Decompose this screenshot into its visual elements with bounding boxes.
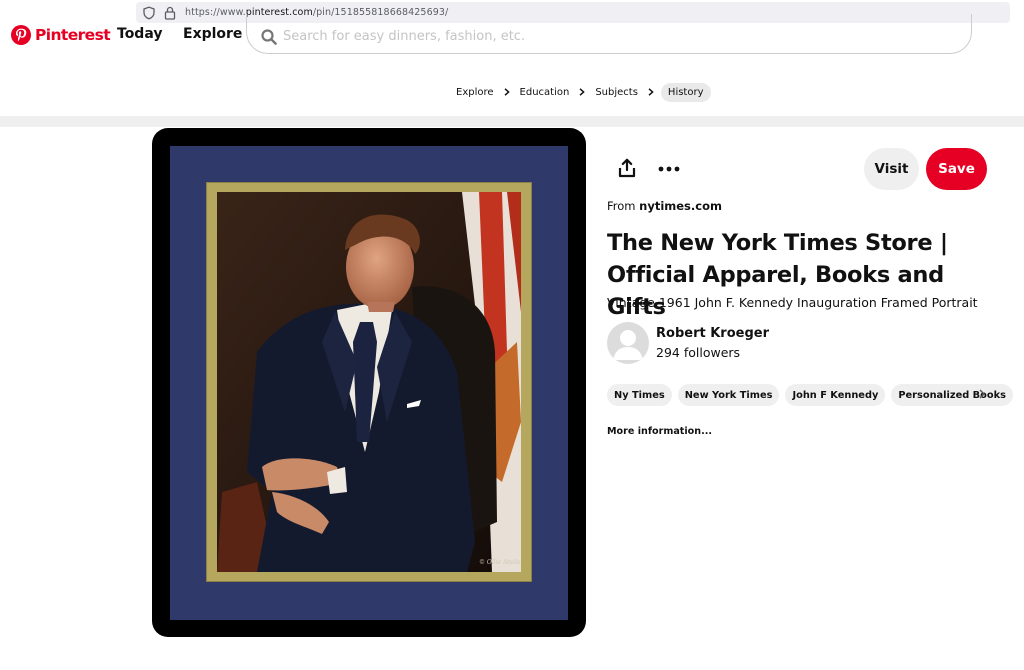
more-information-link[interactable]: More information... (607, 426, 712, 437)
avatar[interactable] (607, 322, 649, 364)
chevron-right-icon (504, 88, 510, 96)
tag-chip[interactable]: John F Kennedy (785, 384, 886, 406)
search-icon (261, 28, 277, 45)
breadcrumb-explore[interactable]: Explore (456, 87, 494, 98)
tag-chip[interactable]: Personalized Books (891, 384, 1013, 406)
tag-chip[interactable]: Ny Times (607, 384, 672, 406)
chevron-right-icon (648, 88, 654, 96)
portrait-photo: © Ollie Atelier (217, 192, 521, 572)
shield-icon[interactable] (142, 6, 156, 20)
pinterest-logo[interactable]: Pinterest (11, 24, 111, 46)
frame-gold-trim: © Ollie Atelier (206, 182, 532, 582)
save-button[interactable]: Save (926, 148, 987, 190)
tag-list: Ny Times New York Times John F Kennedy P… (607, 384, 1013, 406)
more-options-icon[interactable] (657, 160, 681, 178)
source-line: From nytimes.com (607, 199, 722, 213)
url-prefix: https://www. (185, 7, 246, 18)
logo-wordmark: Pinterest (35, 26, 111, 44)
pin-image[interactable]: © Ollie Atelier (152, 128, 586, 637)
breadcrumb-history[interactable]: History (660, 82, 711, 102)
nav-explore[interactable]: Explore (183, 26, 242, 42)
search-input[interactable] (283, 28, 923, 44)
portrait-photo-icon: © Ollie Atelier (217, 192, 521, 572)
frame-mat: © Ollie Atelier (170, 146, 568, 620)
chevron-right-icon[interactable] (978, 389, 986, 399)
follower-count: 294 followers (656, 345, 741, 360)
nav-today[interactable]: Today (117, 26, 162, 42)
section-divider (0, 116, 1024, 127)
search-bar[interactable] (246, 14, 972, 54)
chevron-right-icon (579, 88, 586, 96)
pinterest-logo-icon (11, 25, 31, 45)
svg-text:© Ollie Atelier: © Ollie Atelier (479, 559, 521, 566)
visit-button[interactable]: Visit (864, 148, 919, 190)
breadcrumb-subjects[interactable]: Subjects (595, 87, 638, 98)
source-prefix: From (607, 199, 640, 213)
user-icon (613, 330, 643, 360)
share-icon[interactable] (617, 158, 637, 178)
breadcrumb: Explore Education Subjects History (456, 82, 711, 102)
breadcrumb-education[interactable]: Education (520, 87, 570, 98)
source-link[interactable]: nytimes.com (639, 199, 722, 213)
pin-description: Vintage 1961 John F. Kennedy Inauguratio… (607, 295, 978, 310)
lock-icon[interactable] (164, 6, 176, 20)
creator-name[interactable]: Robert Kroeger (656, 326, 769, 341)
tag-chip[interactable]: New York Times (677, 384, 780, 406)
